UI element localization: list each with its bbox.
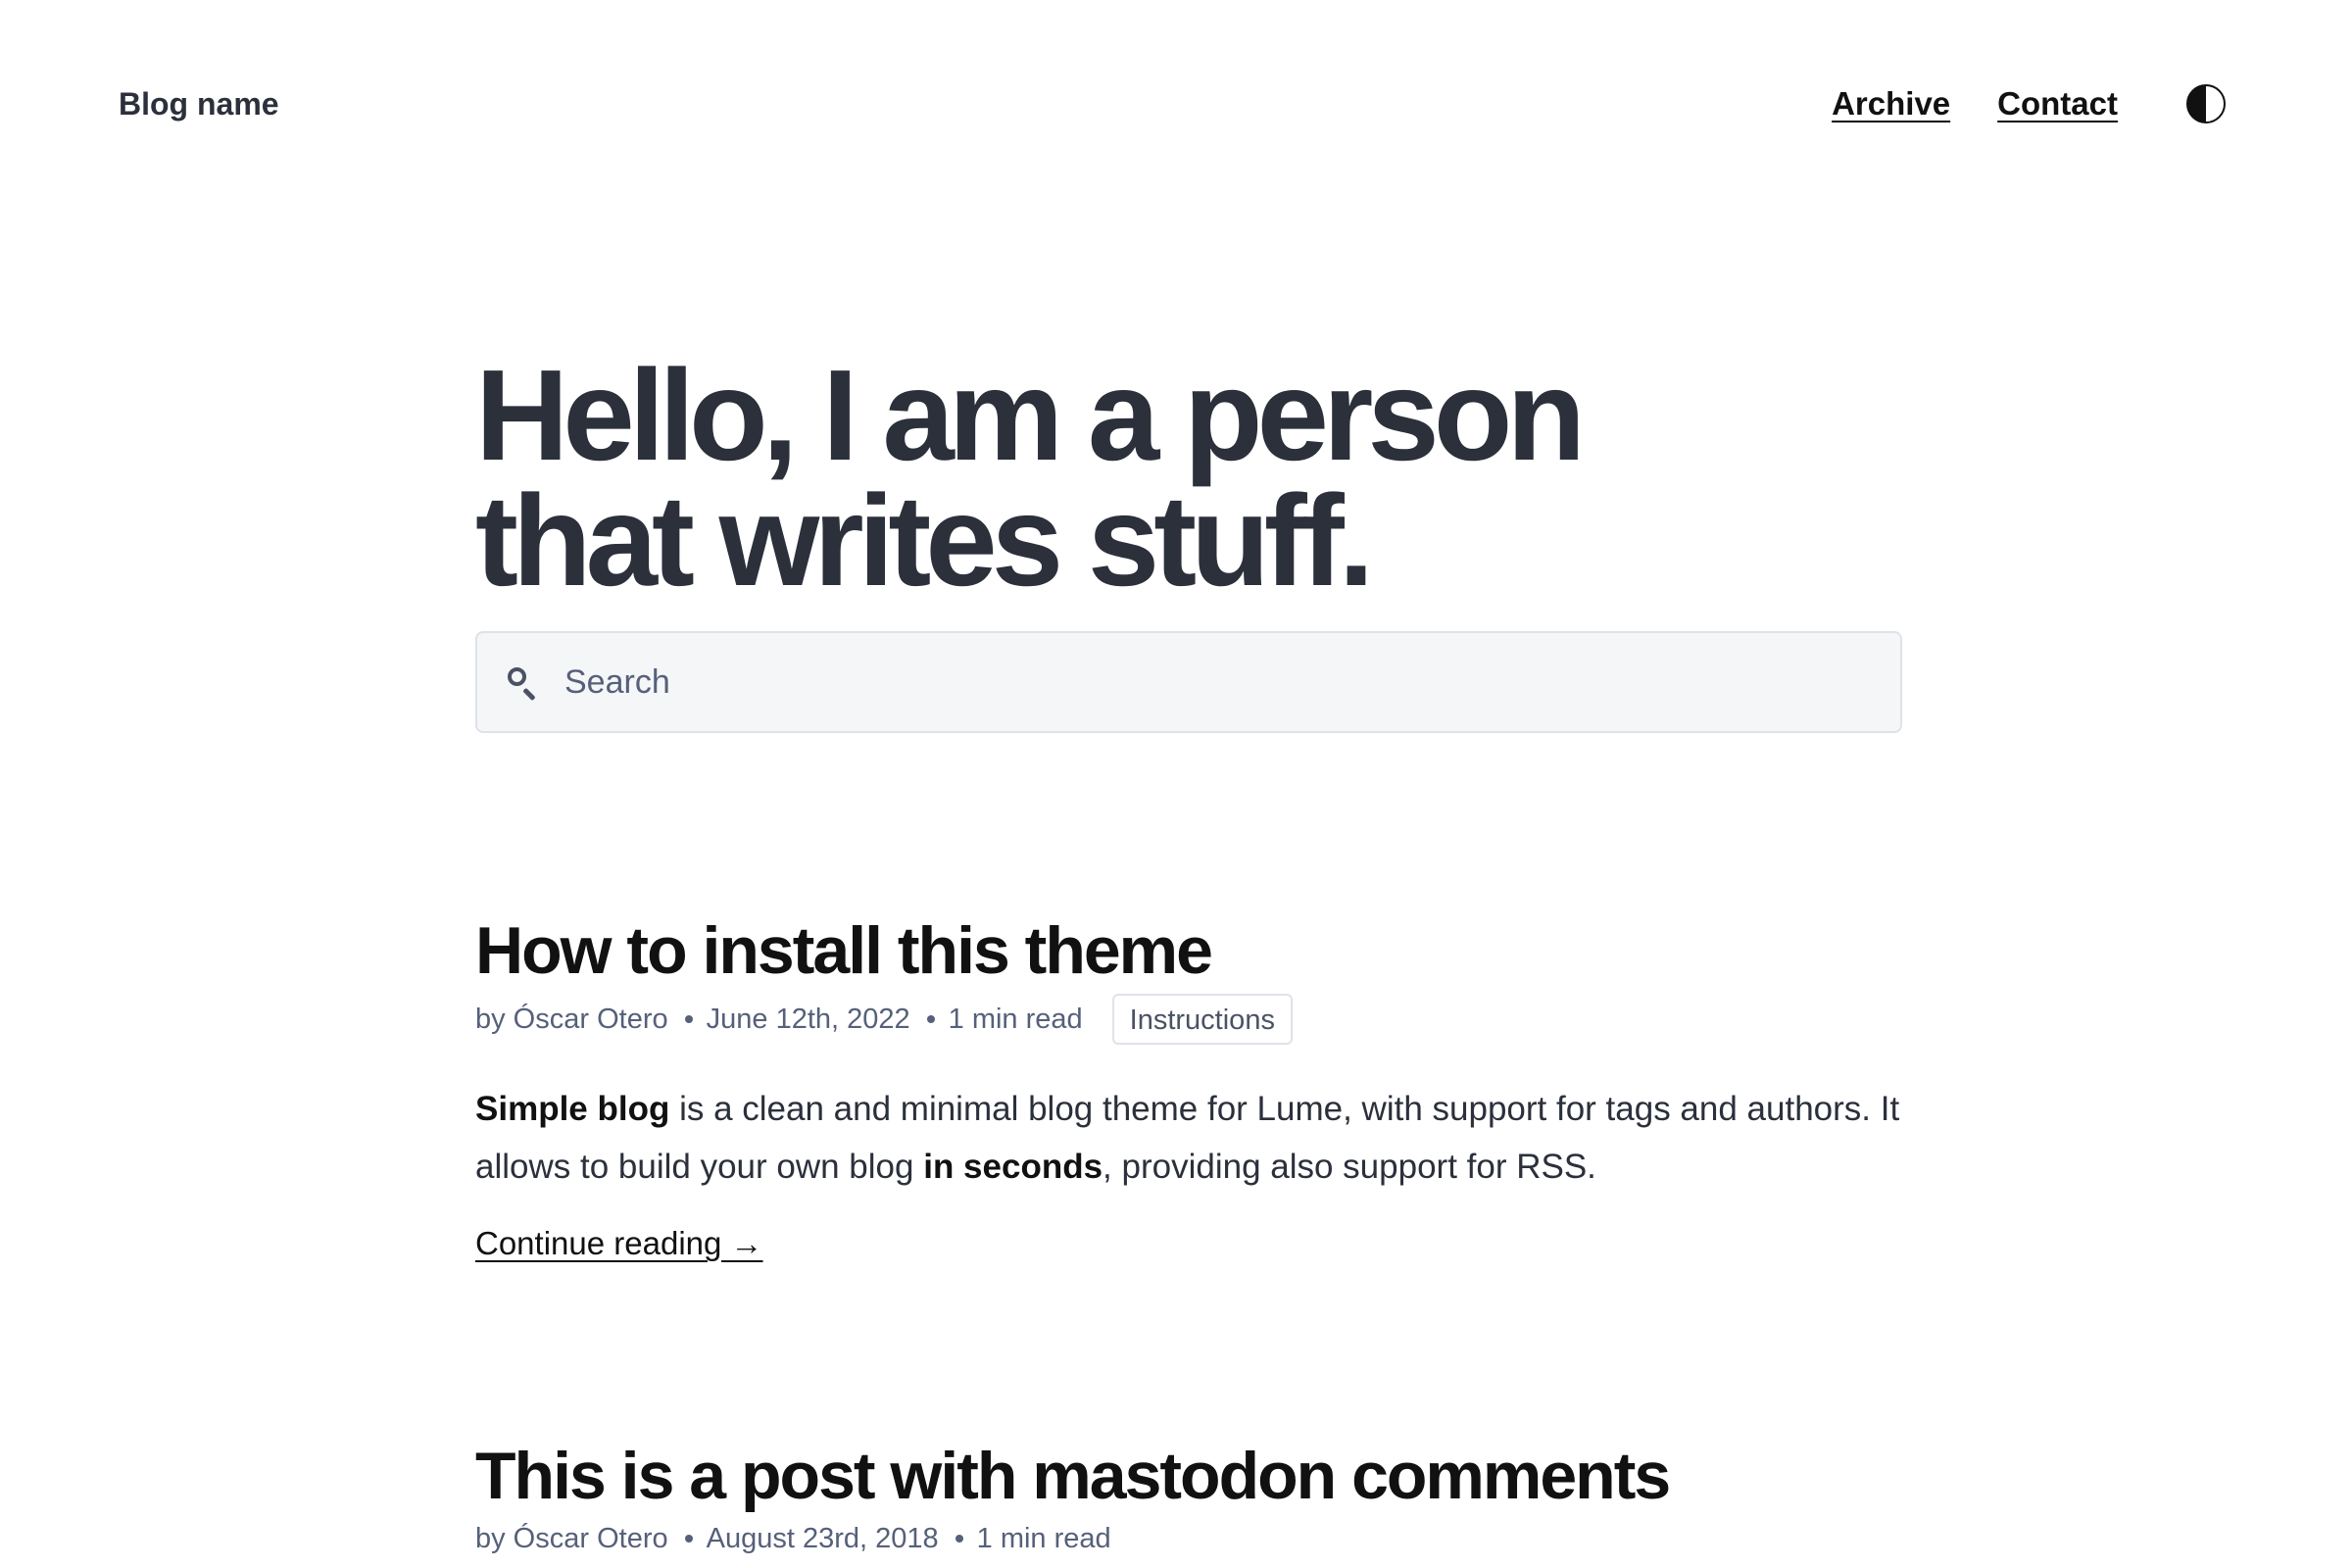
- post-card: How to install this theme by Óscar Otero…: [475, 911, 1902, 1262]
- post-card: This is a post with mastodon comments by…: [475, 1437, 1902, 1566]
- hero-line-1: Hello, I am a person: [475, 343, 1586, 487]
- site-header: Blog name Archive Contact: [0, 0, 2352, 210]
- separator-dot: [926, 1015, 935, 1023]
- continue-reading-link[interactable]: Continue reading →: [475, 1225, 763, 1262]
- post-author: by Óscar Otero: [475, 1003, 668, 1035]
- excerpt-text: , providing also support for RSS.: [1102, 1148, 1596, 1186]
- theme-toggle-button[interactable]: [2186, 84, 2226, 123]
- separator-dot: [684, 1015, 693, 1023]
- separator-dot: [684, 1535, 693, 1543]
- post-excerpt: Simple blog is a clean and minimal blog …: [475, 1080, 1902, 1196]
- excerpt-bold: in seconds: [923, 1148, 1103, 1186]
- separator-dot: [955, 1535, 963, 1543]
- hero-line-2: that writes stuff.: [475, 468, 1374, 612]
- post-title: How to install this theme: [475, 911, 1902, 990]
- search-input[interactable]: [563, 662, 1840, 703]
- search-box[interactable]: [475, 631, 1902, 733]
- search-icon: [506, 665, 539, 702]
- main-nav: Archive Contact: [1785, 80, 2226, 127]
- post-read-time: 1 min read: [976, 1522, 1111, 1554]
- hero-heading: Hello, I am a person that writes stuff.: [475, 351, 1651, 606]
- nav-archive-link[interactable]: Archive: [1832, 80, 1950, 127]
- excerpt-bold: Simple blog: [475, 1090, 670, 1128]
- post-title-link[interactable]: This is a post with mastodon comments: [475, 1439, 1671, 1513]
- post-date: August 23rd, 2018: [706, 1522, 939, 1554]
- post-title: This is a post with mastodon comments: [475, 1437, 1902, 1515]
- post-meta: by Óscar Otero August 23rd, 2018 1 min r…: [475, 1511, 1902, 1566]
- nav-contact-link[interactable]: Contact: [1997, 80, 2118, 127]
- post-date: June 12th, 2022: [706, 1003, 910, 1035]
- post-author: by Óscar Otero: [475, 1522, 668, 1554]
- tag-instructions[interactable]: Instructions: [1111, 994, 1293, 1045]
- post-read-time: 1 min read: [948, 1003, 1083, 1035]
- post-meta: by Óscar Otero June 12th, 2022 1 min rea…: [475, 992, 1902, 1047]
- blog-name-link[interactable]: Blog name: [119, 84, 279, 123]
- post-title-link[interactable]: How to install this theme: [475, 913, 1213, 988]
- main-content: Hello, I am a person that writes stuff.: [475, 351, 1902, 733]
